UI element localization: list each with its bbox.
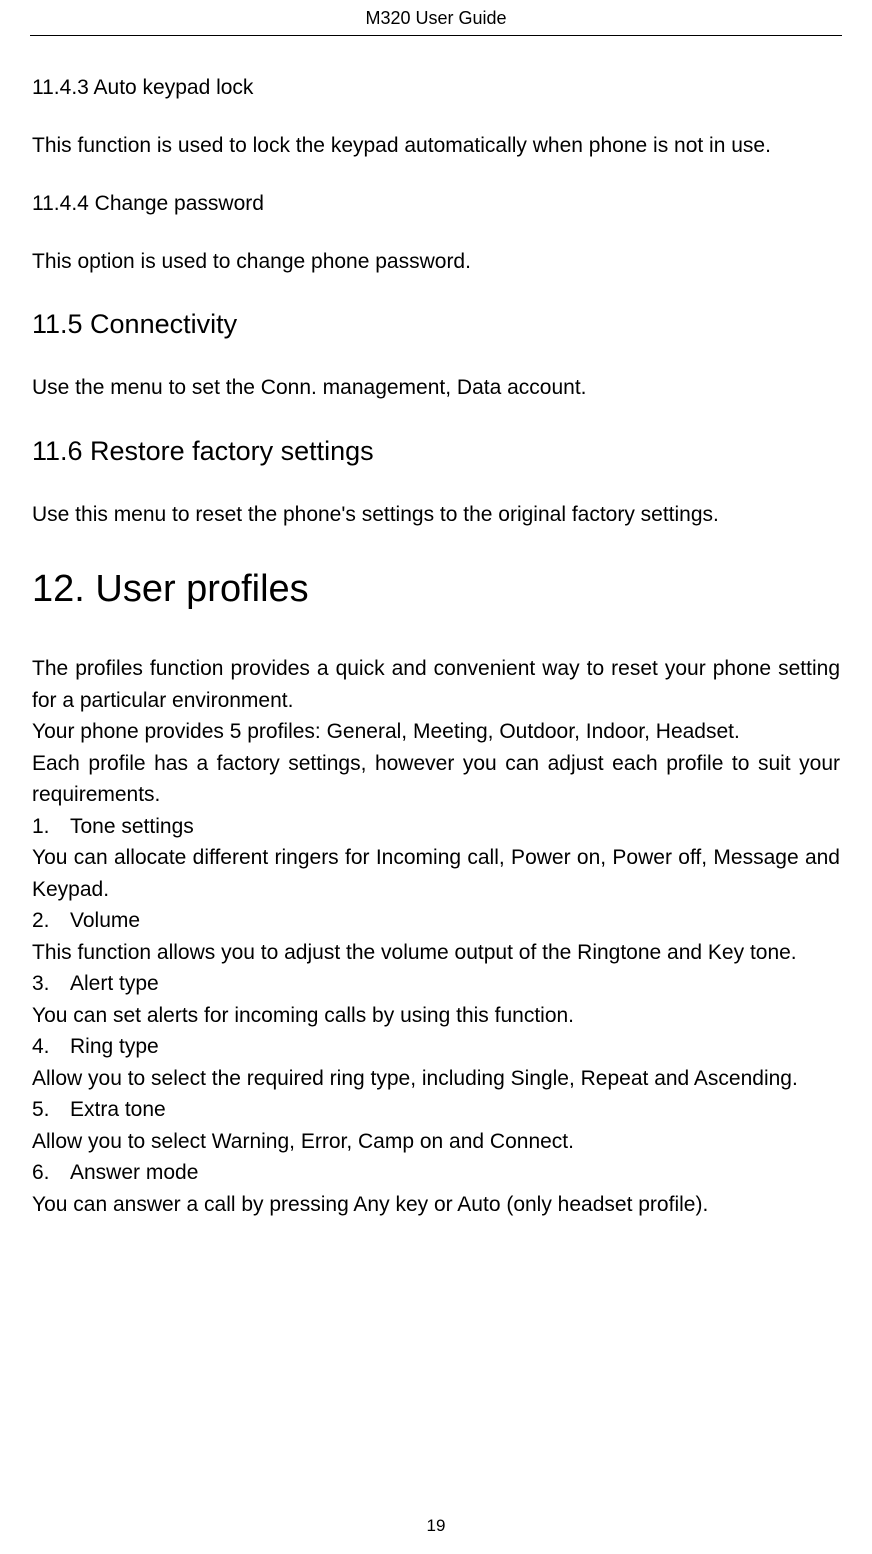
list-title-6: Answer mode <box>70 1161 198 1184</box>
list-num-3: 3. <box>32 968 70 1000</box>
list-num-6: 6. <box>32 1157 70 1189</box>
list-item-2: 2.Volume <box>32 905 840 937</box>
list-body-3: You can set alerts for incoming calls by… <box>32 1000 840 1032</box>
page-content: 11.4.3 Auto keypad lock This function is… <box>30 76 842 1220</box>
list-num-5: 5. <box>32 1094 70 1126</box>
body-11-4-3: This function is used to lock the keypad… <box>32 130 840 162</box>
heading-11-6: 11.6 Restore factory settings <box>32 436 840 467</box>
body-11-4-4: This option is used to change phone pass… <box>32 246 840 278</box>
heading-12: 12. User profiles <box>32 568 840 611</box>
list-body-4: Allow you to select the required ring ty… <box>32 1063 840 1095</box>
heading-11-4-4: 11.4.4 Change password <box>32 192 840 216</box>
body-11-5: Use the menu to set the Conn. management… <box>32 372 840 404</box>
list-item-6: 6.Answer mode <box>32 1157 840 1189</box>
body-11-6: Use this menu to reset the phone's setti… <box>32 499 840 531</box>
list-item-1: 1.Tone settings <box>32 811 840 843</box>
list-num-4: 4. <box>32 1031 70 1063</box>
list-title-4: Ring type <box>70 1035 159 1058</box>
list-item-3: 3.Alert type <box>32 968 840 1000</box>
heading-11-5: 11.5 Connectivity <box>32 309 840 340</box>
header-rule <box>30 35 842 36</box>
list-title-5: Extra tone <box>70 1098 166 1121</box>
list-body-1: You can allocate different ringers for I… <box>32 842 840 905</box>
list-body-6: You can answer a call by pressing Any ke… <box>32 1189 840 1221</box>
list-title-1: Tone settings <box>70 815 194 838</box>
header-title: M320 User Guide <box>365 8 506 28</box>
list-body-2: This function allows you to adjust the v… <box>32 937 840 969</box>
list-item-4: 4.Ring type <box>32 1031 840 1063</box>
list-item-5: 5.Extra tone <box>32 1094 840 1126</box>
list-num-1: 1. <box>32 811 70 843</box>
intro-12-2: Your phone provides 5 profiles: General,… <box>32 716 840 748</box>
intro-12-3: Each profile has a factory settings, how… <box>32 748 840 811</box>
list-body-5: Allow you to select Warning, Error, Camp… <box>32 1126 840 1158</box>
intro-12-1: The profiles function provides a quick a… <box>32 653 840 716</box>
list-num-2: 2. <box>32 905 70 937</box>
heading-11-4-3: 11.4.3 Auto keypad lock <box>32 76 840 100</box>
list-title-2: Volume <box>70 909 140 932</box>
list-title-3: Alert type <box>70 972 159 995</box>
page-number: 19 <box>0 1516 872 1536</box>
page-header: M320 User Guide <box>30 0 842 35</box>
